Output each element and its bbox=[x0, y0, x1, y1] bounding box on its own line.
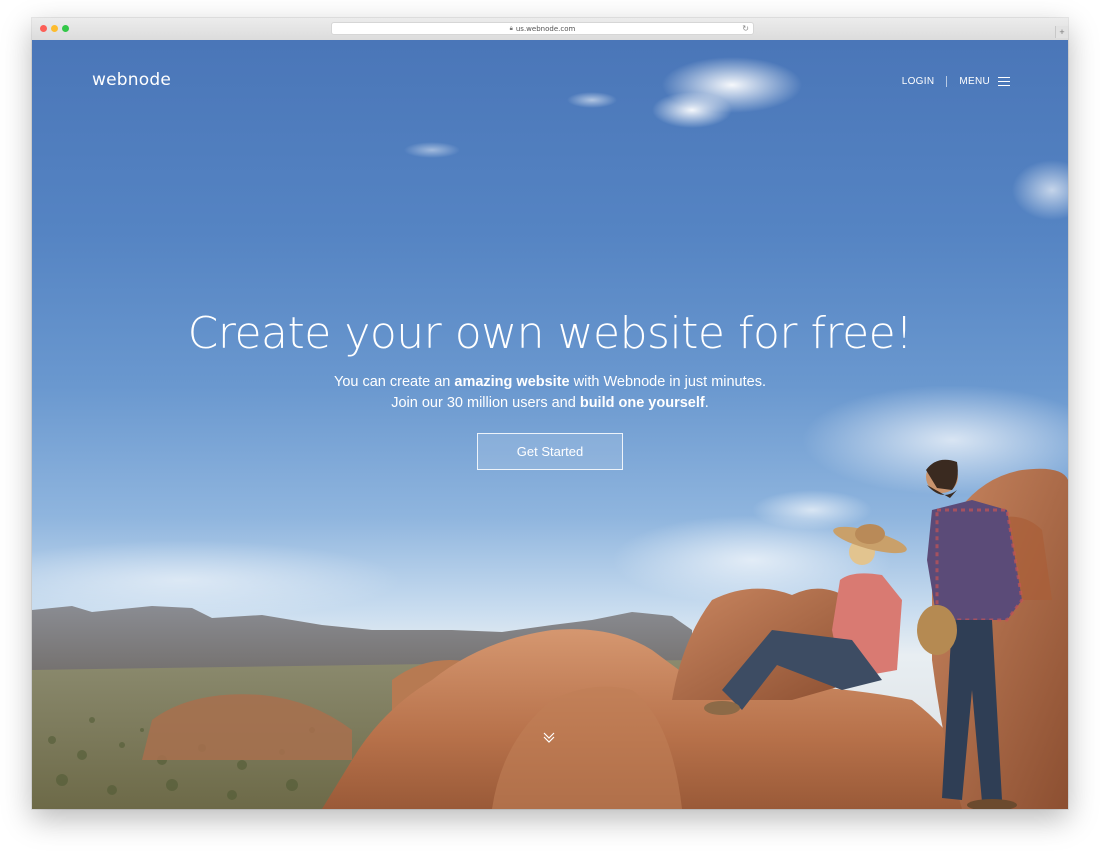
page-viewport: webnode LOGIN MENU Create your own websi… bbox=[32, 40, 1068, 809]
subtitle-2-text-end: . bbox=[704, 395, 709, 411]
subtitle-1-text: You can create an bbox=[333, 374, 455, 390]
hero-title: Create your own website for free! bbox=[187, 308, 913, 359]
close-window-button[interactable] bbox=[40, 25, 47, 32]
nav-divider bbox=[946, 76, 948, 87]
subtitle-2-emphasis: build one yourself bbox=[579, 395, 705, 411]
menu-button[interactable]: MENU bbox=[959, 76, 1010, 87]
reload-icon[interactable]: ↻ bbox=[742, 24, 749, 33]
get-started-button[interactable]: Get Started bbox=[477, 433, 623, 470]
hero-background-image bbox=[32, 57, 1068, 809]
subtitle-1-emphasis: amazing website bbox=[454, 374, 570, 390]
hamburger-icon bbox=[998, 77, 1010, 87]
address-bar-url: us.webnode.com bbox=[515, 24, 576, 33]
menu-label: MENU bbox=[959, 76, 990, 87]
maximize-window-button[interactable] bbox=[62, 25, 69, 32]
login-link[interactable]: LOGIN bbox=[902, 76, 935, 87]
subtitle-2-text: Join our 30 million users and bbox=[391, 395, 580, 411]
hero-subtitle-line-2: Join our 30 million users and build one … bbox=[32, 395, 1068, 411]
site-logo[interactable]: webnode bbox=[92, 70, 171, 90]
top-nav: LOGIN MENU bbox=[902, 76, 1010, 87]
lock-icon: 🔒︎ bbox=[509, 24, 513, 32]
browser-window: 🔒︎ us.webnode.com ↻ + webnode LOGIN MENU… bbox=[32, 18, 1068, 809]
hero-subtitle-line-1: You can create an amazing website with W… bbox=[32, 374, 1068, 390]
browser-titlebar: 🔒︎ us.webnode.com ↻ + bbox=[32, 18, 1068, 41]
subtitle-1-text-end: with Webnode in just minutes. bbox=[569, 374, 766, 390]
minimize-window-button[interactable] bbox=[51, 25, 58, 32]
new-tab-button[interactable]: + bbox=[1055, 26, 1068, 38]
chevron-down-icon[interactable] bbox=[542, 730, 556, 744]
address-bar[interactable]: 🔒︎ us.webnode.com ↻ bbox=[331, 22, 754, 35]
